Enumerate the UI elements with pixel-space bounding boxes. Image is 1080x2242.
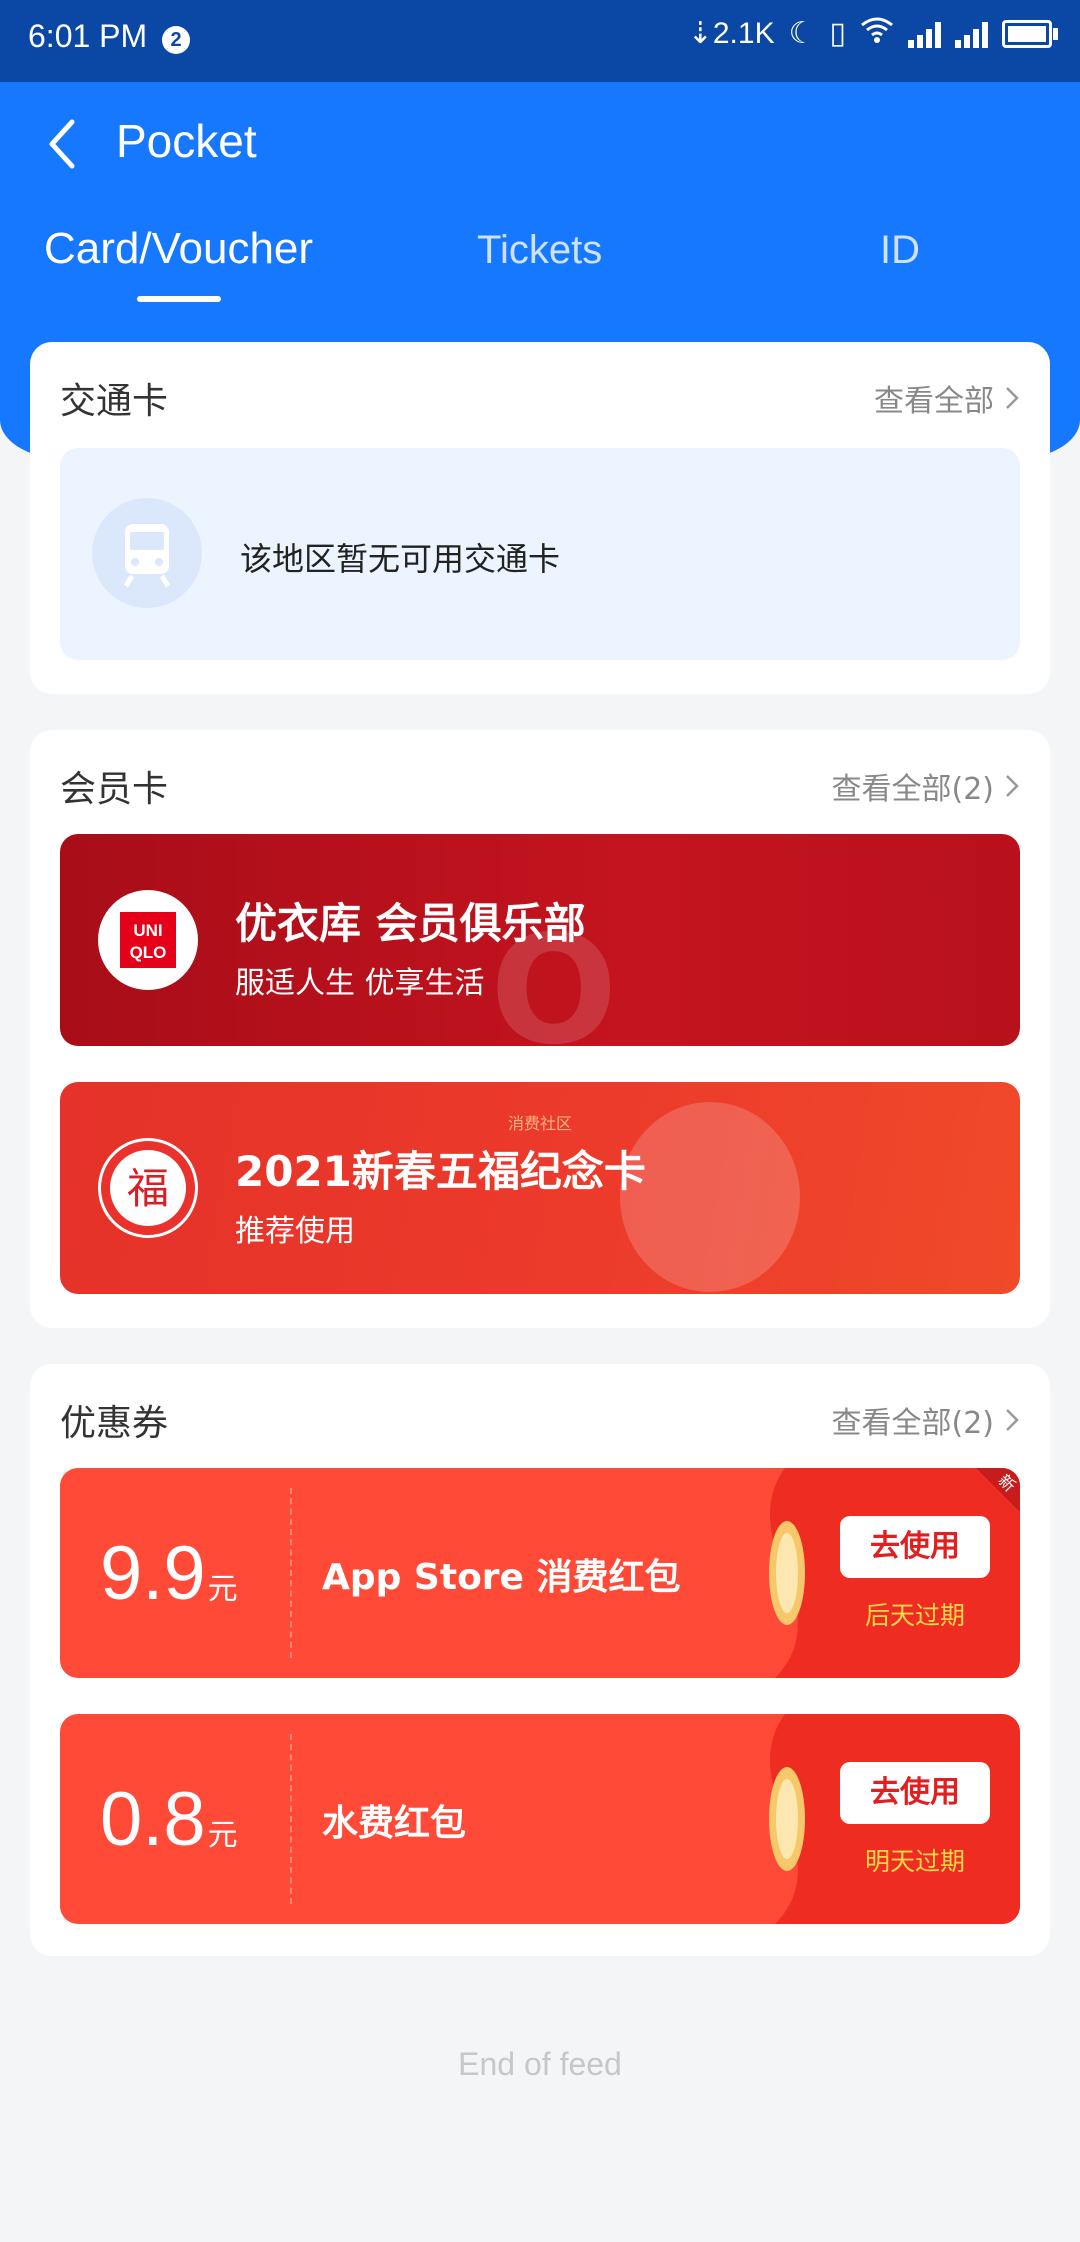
section-title: 交通卡 [60, 381, 169, 422]
fu-watermark [620, 1102, 800, 1292]
section-title: 优惠券 [60, 1403, 169, 1444]
fu-logo: 福 [98, 1138, 198, 1238]
status-icons: ⇣2.1K ☾ ▯ [687, 16, 1058, 51]
card-subtitle: 推荐使用 [235, 1214, 355, 1249]
tab-tickets[interactable]: Tickets [477, 228, 602, 273]
moon-icon: ☾ [788, 17, 816, 50]
uniqlo-member-card[interactable]: O MEM UNI QLO 优衣库 会员俱乐部 服适人生 优享生活 [60, 834, 1020, 1046]
membership-section: 会员卡 查看全部(2) O MEM UNI QLO 优衣库 会员俱乐部 服适人生… [30, 730, 1050, 1328]
uniqlo-logo: UNI QLO [98, 890, 198, 990]
page-title: Pocket [116, 115, 257, 167]
card-subtitle: 服适人生 优享生活 [235, 966, 485, 1001]
coin-icon [769, 1521, 805, 1625]
transit-card-section: 交通卡 查看全部 该地区暂无可用交通卡 [30, 342, 1050, 694]
status-bar: 6:01 PM 2 ⇣2.1K ☾ ▯ [0, 0, 1080, 82]
view-all-link[interactable]: 查看全部(2) [832, 1398, 1021, 1442]
coupon-expiry: 明天过期 [864, 1847, 965, 1876]
coupon-expiry: 后天过期 [864, 1601, 965, 1630]
coupon-card[interactable]: 0.8元 水费红包 去使用 明天过期 [60, 1714, 1020, 1924]
active-tab-indicator [137, 296, 221, 302]
tab-card-voucher[interactable]: Card/Voucher [44, 224, 313, 274]
notification-badge: 2 [162, 26, 190, 54]
chevron-right-icon [1006, 1409, 1019, 1431]
coupon-amount: 0.8元 [100, 1777, 238, 1862]
view-all-link[interactable]: 查看全部 [874, 376, 1020, 420]
chevron-right-icon [1006, 387, 1019, 409]
card-name: 优衣库 会员俱乐部 [235, 899, 586, 948]
card-name: 2021新春五福纪念卡 [235, 1147, 646, 1196]
svg-text:福: 福 [127, 1164, 169, 1213]
signal-icon [908, 20, 941, 48]
coupon-name: 水费红包 [322, 1803, 467, 1844]
view-all-link[interactable]: 查看全部(2) [832, 764, 1021, 808]
download-speed: ⇣2.1K [687, 17, 775, 50]
tab-id[interactable]: ID [880, 228, 920, 273]
battery-icon [1002, 19, 1058, 48]
back-button[interactable] [44, 118, 84, 170]
coupon-card[interactable]: 9.9元 App Store 消费红包 去使用 后天过期 新 [60, 1468, 1020, 1678]
end-of-feed: End of feed [458, 2046, 622, 2082]
transit-empty-card: 该地区暂无可用交通卡 [60, 448, 1020, 660]
coupons-section: 优惠券 查看全部(2) 9.9元 App Store 消费红包 去使用 后天过期… [30, 1364, 1050, 1956]
section-title: 会员卡 [60, 769, 169, 810]
coupon-divider [290, 1734, 292, 1904]
coupon-amount: 9.9元 [100, 1531, 238, 1616]
use-coupon-button[interactable]: 去使用 [840, 1762, 990, 1824]
card-tag: 消费社区 [508, 1114, 573, 1133]
train-icon [92, 498, 202, 608]
coupon-name: App Store 消费红包 [322, 1557, 681, 1598]
chevron-left-icon [49, 119, 75, 169]
coupon-divider [290, 1488, 292, 1658]
wifi-icon [860, 17, 894, 51]
coin-icon [769, 1767, 805, 1871]
status-time: 6:01 PM [28, 18, 148, 54]
use-coupon-button[interactable]: 去使用 [840, 1516, 990, 1578]
signal-icon-2 [955, 20, 988, 48]
vibrate-icon: ▯ [829, 17, 846, 50]
svg-text:QLO: QLO [130, 943, 167, 962]
empty-message: 该地区暂无可用交通卡 [240, 540, 561, 578]
svg-text:UNI: UNI [133, 921, 162, 940]
fu-card[interactable]: 消费社区 福 2021新春五福纪念卡 推荐使用 [60, 1082, 1020, 1294]
chevron-right-icon [1006, 775, 1019, 797]
